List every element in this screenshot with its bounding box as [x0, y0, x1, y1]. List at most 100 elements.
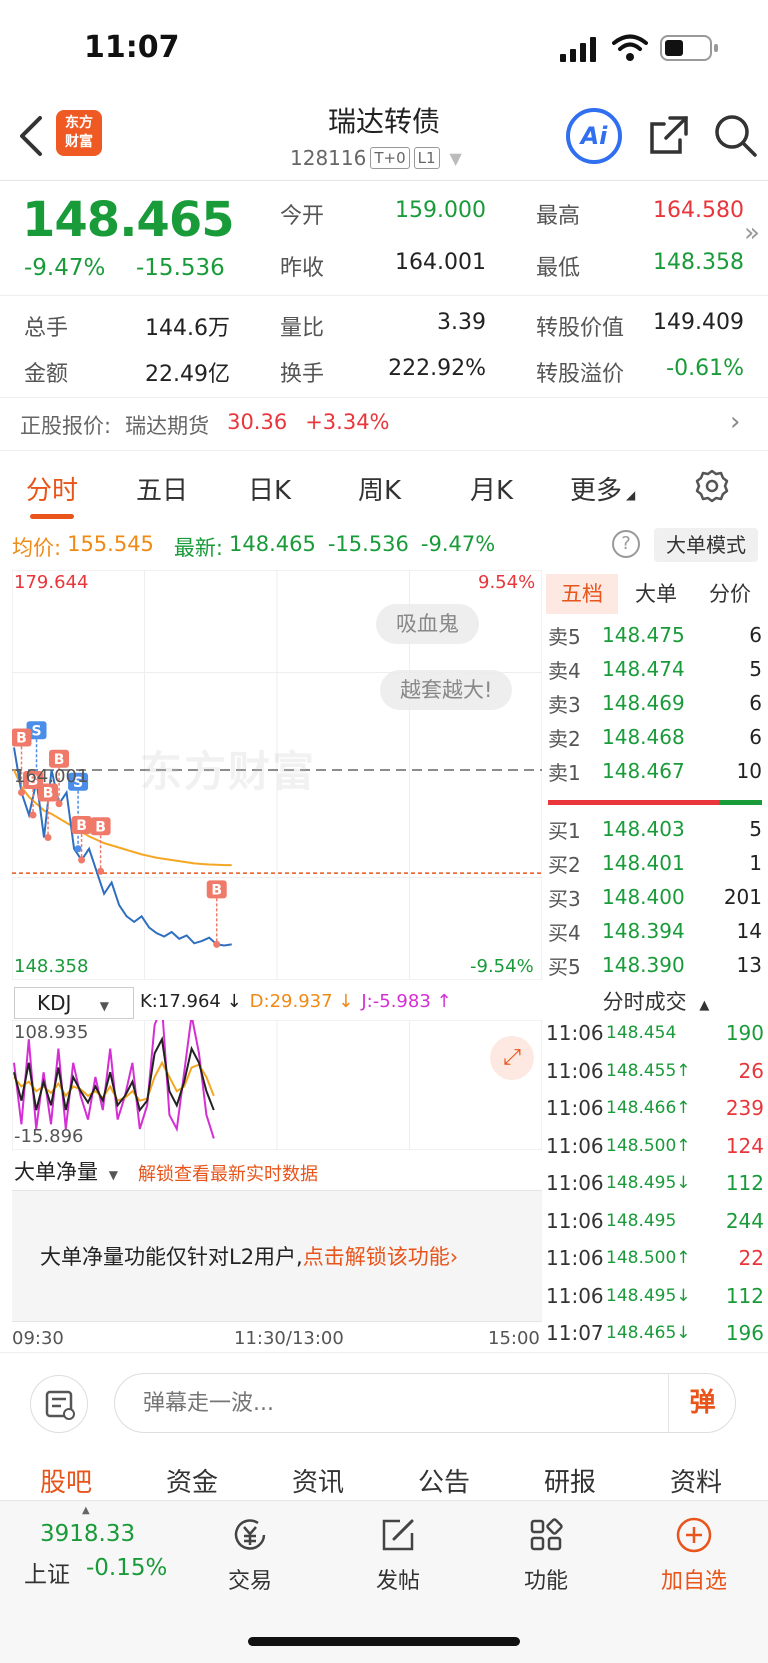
- tab-five-day[interactable]: 五日: [136, 470, 188, 507]
- ask-level[interactable]: 卖3 148.469 6: [548, 686, 762, 720]
- marker-dot: [97, 867, 105, 875]
- tab-funds[interactable]: 资金: [166, 1462, 218, 1499]
- expand-icon[interactable]: ⤢: [490, 1036, 534, 1080]
- indicator-select[interactable]: KDJ ▼: [14, 987, 134, 1019]
- bid-level[interactable]: 买1 148.403 5: [548, 812, 762, 846]
- tab-more[interactable]: 更多 ◢: [570, 470, 635, 507]
- danmu-bubble: 越套越大!: [380, 670, 513, 710]
- chevron-right-icon[interactable]: ›: [730, 407, 740, 437]
- tick-volume: 26: [738, 1058, 764, 1083]
- chevron-down-icon[interactable]: ▼: [450, 149, 462, 168]
- danmu-input[interactable]: [114, 1373, 736, 1433]
- ticks-header[interactable]: 分时成交 ▲: [546, 986, 766, 1016]
- unlock-link[interactable]: 解锁查看最新实时数据: [138, 1160, 318, 1186]
- marker-label: B: [76, 818, 87, 834]
- note-button[interactable]: [30, 1375, 88, 1433]
- conversion-value: 149.409: [653, 310, 744, 335]
- divider: [0, 450, 768, 451]
- tick-price: 148.454: [606, 1023, 677, 1043]
- ask-level[interactable]: 卖2 148.468 6: [548, 720, 762, 754]
- tab-announcements[interactable]: 公告: [418, 1462, 470, 1499]
- index-value[interactable]: 3918.33: [40, 1521, 135, 1547]
- last-pct: -9.47%: [420, 532, 496, 556]
- kdj-chart[interactable]: [12, 1020, 542, 1150]
- amount-value: 22.49亿: [145, 362, 230, 387]
- level-price: 148.403: [602, 817, 685, 841]
- tab-research[interactable]: 研报: [544, 1462, 596, 1499]
- danmu-send-button[interactable]: 弹: [668, 1373, 736, 1433]
- tab-forum[interactable]: 股吧: [40, 1462, 92, 1499]
- bid-level[interactable]: 买2 148.401 1: [548, 846, 762, 880]
- level-label: 卖1: [548, 760, 581, 785]
- marker-label: S: [31, 723, 41, 739]
- tick-volume: 124: [725, 1133, 764, 1158]
- tab-monthly-k[interactable]: 月K: [470, 470, 513, 507]
- tick-volume: 239: [725, 1096, 764, 1120]
- level-price: 148.390: [602, 953, 685, 977]
- volume-ratio-label: 量比: [280, 316, 325, 341]
- bid-level[interactable]: 买5 148.390 13: [548, 948, 762, 982]
- more-quote-icon[interactable]: »: [744, 218, 760, 248]
- level-price: 148.400: [602, 885, 685, 909]
- header: 东方 财富 瑞达转债 128116 T+0 L1 ▼ Ai: [0, 90, 768, 180]
- level-label: 卖3: [548, 692, 581, 717]
- tab-price-dist[interactable]: 分价: [694, 574, 766, 614]
- chevron-down-icon: ▼: [108, 1168, 118, 1182]
- tab-news[interactable]: 资讯: [292, 1462, 344, 1499]
- tick-row: 11:06 148.500↑ 22: [546, 1239, 764, 1277]
- bid-level[interactable]: 买4 148.394 14: [548, 914, 762, 948]
- caret-up-icon: ▲: [82, 1505, 90, 1516]
- watermark: 东方财富: [140, 747, 317, 796]
- big-net-select[interactable]: 大单净量 ▼: [14, 1156, 118, 1186]
- ask-level[interactable]: 卖5 148.475 6: [548, 618, 762, 652]
- back-icon[interactable]: [14, 114, 50, 158]
- marker-dot: [78, 856, 86, 864]
- unlock-feature-link[interactable]: 点击解锁该功能›: [303, 1245, 458, 1269]
- volume-ratio-value: 3.39: [437, 310, 486, 335]
- level-volume: 10: [736, 759, 762, 783]
- status-time: 11:07: [84, 30, 180, 65]
- level-label: 卖4: [548, 658, 581, 683]
- tick-volume: 244: [725, 1208, 764, 1233]
- ask-level[interactable]: 卖4 148.474 5: [548, 652, 762, 686]
- tab-profile[interactable]: 资料: [670, 1462, 722, 1499]
- tick-row: 11:06 148.454 190: [546, 1014, 764, 1052]
- tick-row: 11:06 148.495↓ 112: [546, 1164, 764, 1202]
- bid-level[interactable]: 买3 148.400 201: [548, 880, 762, 914]
- kdj-values: K:17.964 ↓ D:29.937 ↓ J:-5.983 ↑: [140, 991, 452, 1012]
- tick-volume: 112: [725, 1283, 764, 1308]
- tick-price: 148.500↑: [606, 1248, 691, 1268]
- low-value: 148.358: [653, 250, 744, 275]
- level-price: 148.394: [602, 919, 685, 943]
- help-icon[interactable]: ?: [612, 530, 640, 558]
- level-label: 买5: [548, 954, 581, 979]
- tab-weekly-k[interactable]: 周K: [358, 470, 401, 507]
- l2-message: 大单净量功能仅针对L2用户,点击解锁该功能›: [40, 1245, 459, 1269]
- tick-row: 11:06 148.495 244: [546, 1202, 764, 1240]
- volume-value: 144.6万: [145, 316, 230, 341]
- tab-intraday[interactable]: 分时: [26, 470, 78, 507]
- chart-min-pct-label: -9.54%: [470, 956, 534, 977]
- underlying-stock-row[interactable]: 正股报价: 瑞达期货 30.36 +3.34%: [20, 410, 390, 440]
- tab-five-levels[interactable]: 五档: [546, 574, 618, 614]
- kdj-max-label: 108.935: [14, 1022, 89, 1043]
- underlying-pct: +3.34%: [305, 410, 390, 434]
- note-icon: [45, 1390, 75, 1420]
- marker-dot: [29, 811, 37, 819]
- nav-add-watchlist[interactable]: 加自选: [644, 1515, 744, 1595]
- big-order-mode-button[interactable]: 大单模式: [654, 528, 758, 562]
- nav-post[interactable]: 发帖: [348, 1515, 448, 1595]
- tick-volume: 112: [725, 1171, 764, 1195]
- ask-level[interactable]: 卖1 148.467 10: [548, 754, 762, 788]
- tab-daily-k[interactable]: 日K: [248, 470, 291, 507]
- nav-functions[interactable]: 功能: [496, 1515, 596, 1595]
- nav-trade[interactable]: 交易: [200, 1515, 300, 1595]
- level-price: 148.475: [602, 623, 685, 647]
- level-volume: 5: [749, 817, 762, 841]
- search-icon[interactable]: [712, 112, 758, 158]
- tab-big-orders[interactable]: 大单: [620, 574, 692, 614]
- share-icon[interactable]: [648, 114, 690, 156]
- level-price: 148.467: [602, 759, 685, 783]
- gear-icon[interactable]: [694, 468, 730, 504]
- ai-button[interactable]: Ai: [566, 108, 622, 164]
